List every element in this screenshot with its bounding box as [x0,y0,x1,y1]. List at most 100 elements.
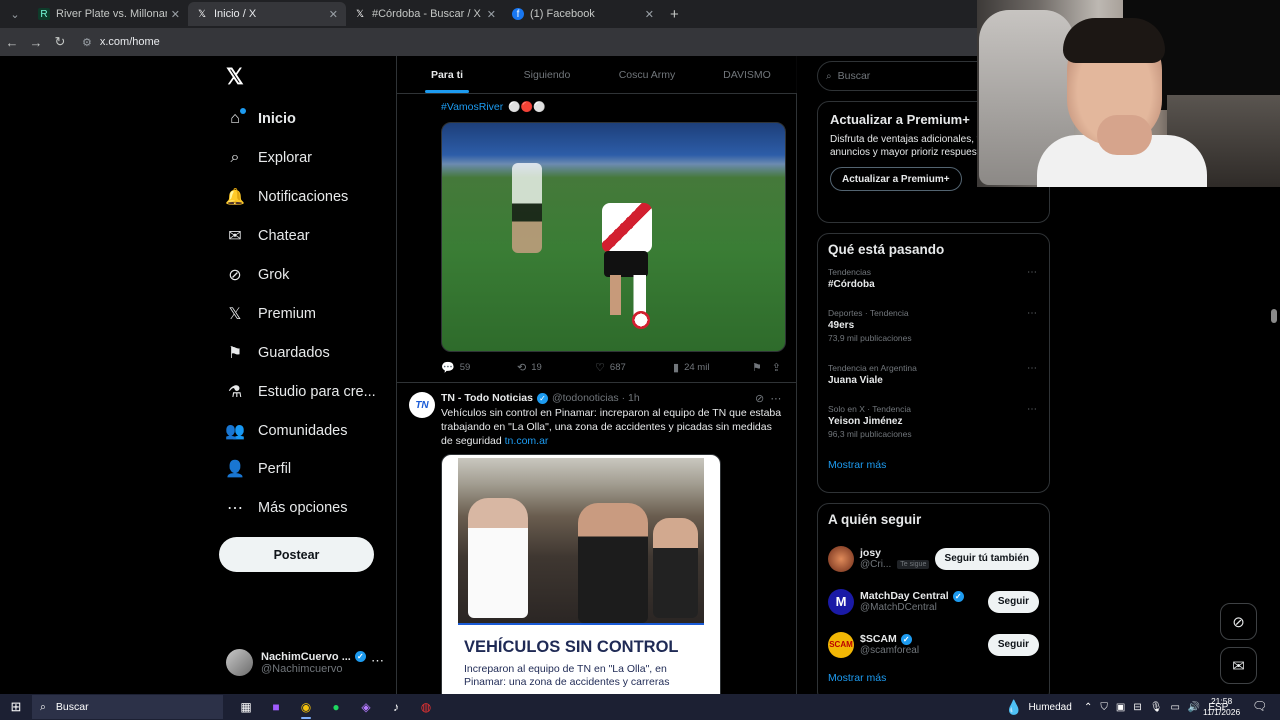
microphone-icon[interactable]: 🎙 [1150,702,1163,713]
follow-name: josy [860,547,882,559]
sidebar-item-mas-opciones[interactable]: ⋯ Más opciones [222,489,376,528]
repost-count: 19 [531,362,542,373]
post-link[interactable]: tn.com.ar [505,435,549,447]
post-photo-news[interactable]: VEHÍCULOS SIN CONTROL Increparon al equi… [441,454,721,694]
follow-suggestion[interactable]: M MatchDay Central ✓ @MatchDCentral Segui… [828,580,1039,623]
grok-icon: ⊘ [1232,613,1245,631]
tab-facebook[interactable]: f (1) Facebook ✕ [504,2,662,26]
camera-icon[interactable]: ▭ [1170,702,1179,713]
trend-item[interactable]: Deportes · Tendencia 49ers 73,9 mil publ… [828,308,1039,363]
reload-icon[interactable]: ↻ [48,34,72,50]
sidebar-item-comunidades[interactable]: 👥 Comunidades [222,411,376,450]
x-logo-icon[interactable]: 𝕏 [226,64,244,90]
bookmark-action[interactable]: ⚑ [752,361,772,374]
search-icon: ⌕ [230,149,240,167]
notification-center-icon[interactable]: 🗨 [1252,699,1267,713]
tab-river-plate[interactable]: R River Plate vs. Millonarios | Disney+ … [30,2,188,26]
tab-siguiendo[interactable]: Siguiendo [497,56,597,93]
views-action[interactable]: ▮ 24 mil [673,361,752,374]
avatar[interactable]: TN [409,392,435,418]
trend-item[interactable]: Solo en X · Tendencia Yeison Jiménez 96,… [828,404,1039,459]
volume-icon[interactable]: 🔊 [1188,702,1200,713]
premium-upgrade-button[interactable]: Actualizar a Premium+ [830,167,962,191]
scrollbar-thumb[interactable] [1271,309,1277,323]
trends-card: Qué está pasando Tendencias #Córdoba ⋯ D… [817,233,1050,493]
close-tab-icon[interactable]: ✕ [487,8,496,21]
network-icon[interactable]: ⊟ [1133,702,1141,713]
sidebar-item-inicio[interactable]: ⌂ Inicio [222,100,376,139]
forward-arrow-icon[interactable]: → [24,35,48,50]
display-icon[interactable]: ▣ [1116,702,1125,713]
hashtag-link[interactable]: #VamosRiver [441,101,503,113]
sidebar-item-perfil[interactable]: 👤 Perfil [222,450,376,489]
chevron-up-icon[interactable]: ⌃ [1084,702,1092,713]
sidebar-item-estudio[interactable]: ⚗ Estudio para cre... [222,372,376,411]
more-dots-icon[interactable]: ⋯ [1027,308,1037,319]
tab-para-ti[interactable]: Para ti [397,56,497,93]
more-dots-icon[interactable]: ⋯ [770,393,781,405]
trend-item[interactable]: Tendencia en Argentina Juana Viale ⋯ [828,363,1039,404]
follow-show-more-link[interactable]: Mostrar más [828,672,1039,684]
post-button[interactable]: Postear [219,537,374,572]
post-photo-football[interactable] [441,122,786,352]
sidebar-item-explorar[interactable]: ⌕ Explorar [222,139,376,178]
shield-icon[interactable]: ⛉ [1100,702,1108,713]
follow-button[interactable]: Seguir [987,590,1039,613]
clock-time: 21:58 [1210,696,1233,706]
close-tab-icon[interactable]: ✕ [329,8,338,21]
widgets-app-icon[interactable]: ▦ [231,695,261,719]
follow-button[interactable]: Seguir [987,633,1039,656]
spotify-app-icon[interactable]: ● [321,695,351,719]
x-premium-icon: 𝕏 [228,305,242,323]
sidebar-item-notificaciones[interactable]: 🔔 Notificaciones [222,178,376,217]
close-tab-icon[interactable]: ✕ [645,8,654,21]
post-author[interactable]: TN - Todo Noticias [441,392,533,404]
search-icon: ⌕ [826,70,832,82]
grok-icon[interactable]: ⊘ [755,393,764,405]
taskbar-apps: ▦ ■ ◉ ● ◈ ♪ ◍ [231,695,441,719]
bookmark-icon: ⚑ [227,344,243,362]
new-tab-plus-icon[interactable]: + [670,6,679,23]
obs-app-icon[interactable]: ◍ [411,695,441,719]
tab-inicio-x[interactable]: 𝕏 Inicio / X ✕ [188,2,346,26]
sidebar-item-grok[interactable]: ⊘ Grok [222,256,376,295]
more-dots-icon[interactable]: ⋯ [1027,363,1037,374]
system-clock[interactable]: 21:58 11/1/2026 [1203,696,1240,718]
close-tab-icon[interactable]: ✕ [171,8,180,21]
messages-floating-button[interactable]: ✉ [1220,647,1257,684]
more-dots-icon[interactable]: ⋯ [371,653,384,669]
reply-action[interactable]: 💬 59 [441,361,517,374]
taskbar-search[interactable]: ⌕ Buscar [32,695,223,719]
share-action[interactable]: ⇪ [772,361,786,374]
follow-suggestion[interactable]: SCAM $SCAM ✓ @scamforeal Seguir [828,623,1039,666]
like-action[interactable]: ♡ 687 [595,361,673,374]
grok-floating-button[interactable]: ⊘ [1220,603,1257,640]
trends-show-more-link[interactable]: Mostrar más [828,459,1039,471]
repost-action[interactable]: ⟲ 19 [517,361,595,374]
streamer-hair [1063,18,1165,63]
sidebar-item-premium[interactable]: 𝕏 Premium [222,294,376,333]
tab-cordoba-search[interactable]: 𝕏 #Córdoba - Buscar / X ✕ [346,2,504,26]
purple-app-icon[interactable]: ■ [261,695,291,719]
sidebar-item-chatear[interactable]: ✉ Chatear [222,217,376,256]
site-info-icon[interactable]: ⚙ [82,36,92,49]
url-field[interactable]: ⚙ x.com/home [82,36,160,49]
sidebar-item-guardados[interactable]: ⚑ Guardados [222,333,376,372]
account-switcher[interactable]: NachimCuervo ... ✓ @Nachimcuervo ⋯ [226,649,384,676]
tiktok-app-icon[interactable]: ♪ [381,695,411,719]
more-dots-icon[interactable]: ⋯ [1027,267,1037,278]
chrome-app-icon[interactable]: ◉ [291,695,321,719]
follow-back-button[interactable]: Seguir tú también [934,547,1039,570]
tab-search-chevron-icon[interactable]: ⌄ [4,3,26,25]
more-dots-icon[interactable]: ⋯ [1027,404,1037,415]
discord-app-icon[interactable]: ◈ [351,695,381,719]
verified-badge-icon: ✓ [952,590,964,602]
trend-item[interactable]: Tendencias #Córdoba ⋯ [828,267,1039,308]
windows-start-icon[interactable]: ⊞ [0,699,32,715]
tab-coscu-army[interactable]: Coscu Army [597,56,697,93]
back-arrow-icon[interactable]: ← [0,35,24,50]
sidebar-item-label: Inicio [258,111,296,128]
follow-suggestion[interactable]: josy @Cri... Te sigue Seguir tú también [828,537,1039,580]
weather-widget[interactable]: 💧 Humedad [1005,694,1072,720]
tab-davismo[interactable]: DAVISMO [697,56,797,93]
